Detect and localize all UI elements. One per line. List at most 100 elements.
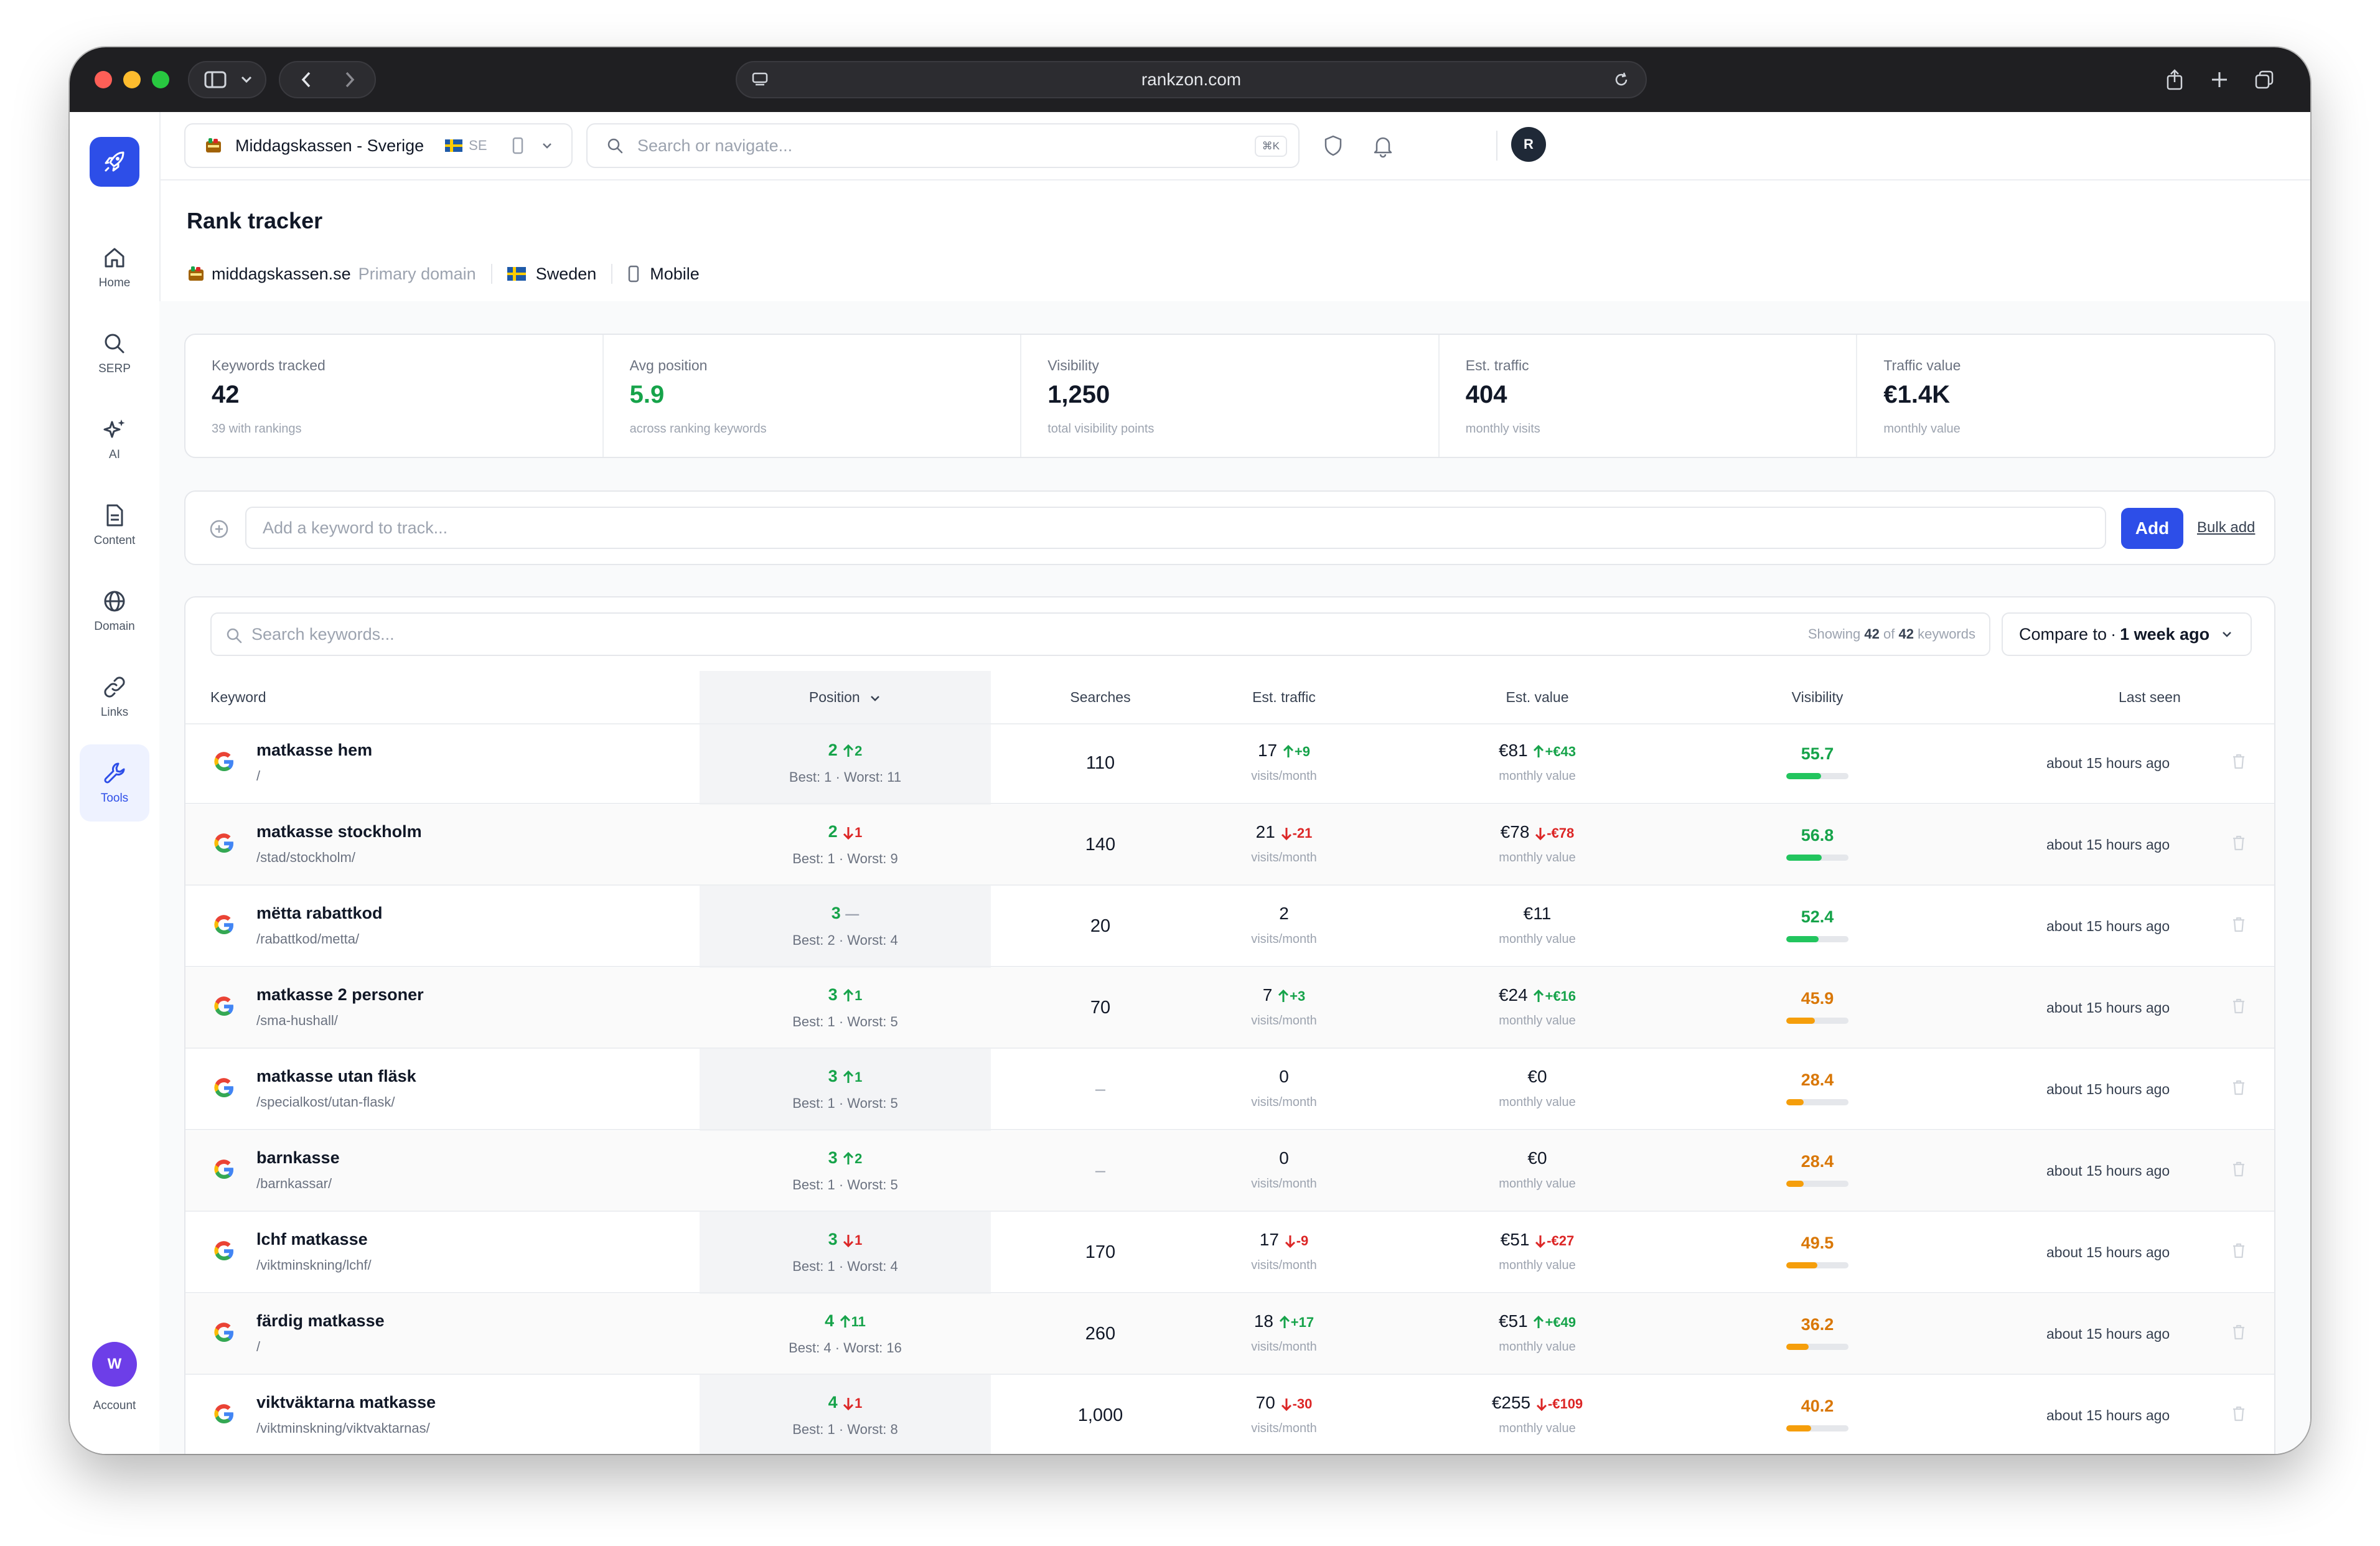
traffic-number: 7 xyxy=(1262,985,1273,1005)
project-selector[interactable]: Middagskassen - Sverige SE xyxy=(184,123,573,168)
add-keyword-button[interactable]: Add xyxy=(2121,508,2183,549)
showing-count: Showing 42 of 42 keywords xyxy=(1808,626,1975,642)
reload-icon[interactable] xyxy=(1606,62,1637,97)
sidebar-item-ai[interactable]: AI xyxy=(80,401,149,478)
new-tab-icon[interactable] xyxy=(2202,62,2237,97)
mobile-device-icon xyxy=(512,137,523,154)
keyword-search-input[interactable]: Search keywords... Showing 42 of 42 keyw… xyxy=(210,612,1990,656)
last-seen: about 15 hours ago xyxy=(2046,1244,2170,1260)
trash-icon[interactable] xyxy=(2229,1241,2248,1260)
keyword-name[interactable]: mëtta rabattkod xyxy=(256,904,383,923)
global-search-input[interactable]: Search or navigate... ⌘K xyxy=(586,123,1300,168)
keyword-name[interactable]: lchf matkasse xyxy=(256,1230,368,1249)
sidebar-item-home[interactable]: Home xyxy=(80,229,149,306)
google-icon xyxy=(214,1241,234,1261)
value-unit: monthly value xyxy=(1499,1340,1576,1354)
trash-icon[interactable] xyxy=(2229,1404,2248,1423)
trash-icon[interactable] xyxy=(2229,1078,2248,1097)
table-row[interactable]: matkasse stockholm/stad/stockholm/2 1 Bes… xyxy=(185,805,2274,886)
bulk-add-link[interactable]: Bulk add xyxy=(2197,519,2255,536)
browser-titlebar: rankzon.com xyxy=(70,47,2310,112)
keyword-name[interactable]: matkasse hem xyxy=(256,741,372,760)
searches-value: 70 xyxy=(1090,998,1111,1018)
arrow-down-icon xyxy=(1536,1398,1547,1411)
trash-icon[interactable] xyxy=(2229,915,2248,934)
back-arrow-icon[interactable] xyxy=(286,62,326,97)
column-est-value[interactable]: Est. value xyxy=(1444,671,1631,723)
position-best-worst: Best: 1 · Worst: 9 xyxy=(792,851,898,866)
position-value: 2 2 xyxy=(700,741,991,760)
minimize-window-button[interactable] xyxy=(123,71,141,88)
value-amount: €51 -€27 xyxy=(1444,1230,1631,1250)
tab-overview-icon[interactable] xyxy=(2247,62,2282,97)
position-best-worst: Best: 1 · Worst: 11 xyxy=(789,769,902,785)
last-seen: about 15 hours ago xyxy=(2046,1326,2170,1342)
column-visibility[interactable]: Visibility xyxy=(1786,671,1848,723)
account-avatar[interactable]: W xyxy=(92,1342,137,1387)
user-avatar[interactable]: R xyxy=(1511,127,1546,162)
position-value: 3 — xyxy=(700,904,991,923)
table-row[interactable]: lchf matkasse/viktminskning/lchf/3 1 Best… xyxy=(185,1212,2274,1293)
address-bar[interactable]: rankzon.com xyxy=(736,61,1647,98)
value-unit: monthly value xyxy=(1499,1422,1576,1435)
bell-icon[interactable] xyxy=(1370,133,1395,158)
column-est-traffic[interactable]: Est. traffic xyxy=(1209,671,1359,723)
keyword-name[interactable]: matkasse 2 personer xyxy=(256,985,424,1005)
sidebar-toggle-icon[interactable] xyxy=(198,62,233,97)
maximize-window-button[interactable] xyxy=(152,71,169,88)
position-best-worst: Best: 4 · Worst: 16 xyxy=(789,1340,902,1356)
table-row[interactable]: barnkasse/barnkassar/3 2 Best: 1 · Worst:… xyxy=(185,1131,2274,1212)
keyword-name[interactable]: viktväktarna matkasse xyxy=(256,1393,436,1412)
traffic-number: 17 xyxy=(1257,741,1278,760)
forward-arrow-icon[interactable] xyxy=(330,62,370,97)
table-row[interactable]: matkasse 2 personer/sma-hushall/3 1 Best:… xyxy=(185,968,2274,1049)
keyword-name[interactable]: matkasse stockholm xyxy=(256,822,422,841)
table-row[interactable]: matkasse utan fläsk/specialkost/utan-fla… xyxy=(185,1049,2274,1130)
visibility-bar xyxy=(1786,1262,1848,1268)
value-number: €81 xyxy=(1498,741,1528,760)
table-header: Keyword Position Searches Est. traffic E… xyxy=(185,671,2274,724)
sidebar-item-label: Home xyxy=(98,276,131,289)
close-window-button[interactable] xyxy=(95,71,112,88)
table-row[interactable]: matkasse hem / 2 2 Best: 1 · Worst: 11 110 17… xyxy=(185,723,2274,804)
value-number: €78 xyxy=(1500,822,1530,841)
chevron-down-icon[interactable] xyxy=(234,62,259,97)
table-row[interactable]: färdig matkasse / 4 11 Best: 4 · Worst: 16 2… xyxy=(185,1294,2274,1375)
visibility-bar xyxy=(1786,773,1848,779)
showing-suffix: keywords xyxy=(1918,626,1975,642)
trash-icon[interactable] xyxy=(2229,1323,2248,1341)
keyword-name[interactable]: barnkasse xyxy=(256,1148,340,1168)
trash-icon[interactable] xyxy=(2229,833,2248,852)
traffic-value: 7 +3 xyxy=(1209,985,1359,1005)
sidebar-item-content[interactable]: Content xyxy=(80,487,149,564)
compare-period-select[interactable]: Compare to · 1 week ago xyxy=(2002,612,2252,656)
add-keyword-input[interactable]: Add a keyword to track... xyxy=(245,507,2106,549)
traffic-value: 17 -9 xyxy=(1209,1230,1359,1250)
table-row[interactable]: mëtta rabattkod/rabattkod/metta/3 — Best:… xyxy=(185,886,2274,967)
trash-icon[interactable] xyxy=(2229,1160,2248,1178)
visibility-bar-fill xyxy=(1786,936,1819,942)
position-best-worst: Best: 1 · Worst: 5 xyxy=(792,1177,898,1192)
keyword-name[interactable]: färdig matkasse xyxy=(256,1311,385,1331)
sidebar-item-serp[interactable]: SERP xyxy=(80,315,149,392)
table-row[interactable]: viktväktarna matkasse/viktminskning/vikt… xyxy=(185,1375,2274,1454)
sidebar-item-links[interactable]: Links xyxy=(80,658,149,736)
trash-icon[interactable] xyxy=(2229,752,2248,771)
value-amount: €81 +€43 xyxy=(1444,741,1631,761)
stat-visibility: Visibility 1,250 total visibility points xyxy=(1021,335,1440,457)
column-searches[interactable]: Searches xyxy=(1038,671,1163,723)
position-delta: 1 xyxy=(855,1232,863,1248)
value-number: €0 xyxy=(1527,1067,1547,1086)
column-keyword[interactable]: Keyword xyxy=(210,671,266,723)
column-last-seen[interactable]: Last seen xyxy=(2119,671,2181,723)
shield-icon[interactable] xyxy=(1321,133,1346,158)
sidebar-item-domain[interactable]: Domain xyxy=(80,573,149,650)
rocket-logo-icon[interactable] xyxy=(90,137,139,187)
share-icon[interactable] xyxy=(2157,62,2192,97)
sidebar-item-tools[interactable]: Tools xyxy=(80,744,149,822)
trash-icon[interactable] xyxy=(2229,996,2248,1015)
last-seen: about 15 hours ago xyxy=(2046,1163,2170,1179)
arrow-up-icon xyxy=(840,1314,850,1328)
column-position[interactable]: Position xyxy=(700,671,991,723)
keyword-name[interactable]: matkasse utan fläsk xyxy=(256,1067,416,1086)
